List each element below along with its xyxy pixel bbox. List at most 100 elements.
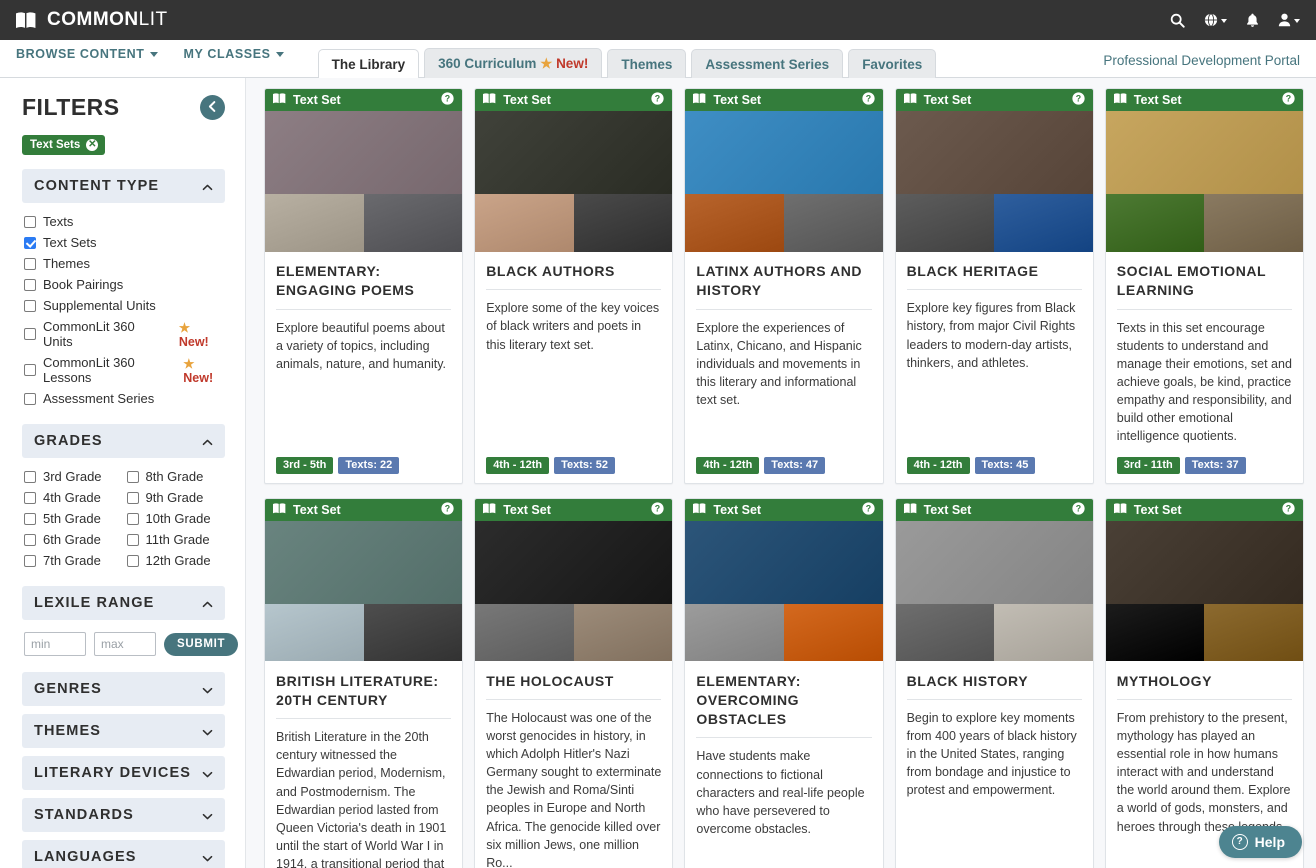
question-circle-icon[interactable]: ? — [1282, 501, 1295, 518]
card-header: Text Set? — [685, 498, 883, 521]
checkbox-row-grade-7[interactable]: 7th Grade — [24, 553, 121, 568]
checkbox-row-grade-8[interactable]: 8th Grade — [126, 469, 224, 484]
checkbox-row-grade-12[interactable]: 12th Grade — [126, 553, 224, 568]
checkbox-grade-9[interactable] — [126, 491, 139, 504]
results-area: Text Set? ELEMENTARY: ENGAGING POEMS Explo… — [246, 78, 1316, 868]
search-icon[interactable] — [1170, 13, 1185, 28]
checkbox-supplemental-units[interactable] — [24, 299, 36, 312]
text-set-card[interactable]: Text Set? ELEMENTARY: ENGAGING POEMS Explo… — [264, 88, 464, 484]
checkbox-row-grade-10[interactable]: 10th Grade — [126, 511, 224, 526]
brand-logo-link[interactable]: COMMONLIT — [16, 9, 168, 31]
question-circle-icon[interactable]: ? — [1072, 501, 1085, 518]
bell-icon[interactable] — [1246, 13, 1259, 28]
checkbox-row-supplemental-units[interactable]: Supplemental Units — [24, 298, 223, 313]
thumbnail-image-secondary — [895, 194, 995, 252]
checkbox-row-grade-11[interactable]: 11th Grade — [126, 532, 224, 547]
checkbox-grade-5[interactable] — [24, 512, 36, 525]
checkbox-row-book-pairings[interactable]: Book Pairings — [24, 277, 223, 292]
text-set-card[interactable]: Text Set? LATINX AUTHORS AND HISTORY Explo… — [684, 88, 884, 484]
book-icon — [903, 502, 918, 517]
checkbox-grade-7[interactable] — [24, 554, 36, 567]
checkbox-row-themes[interactable]: Themes — [24, 256, 223, 271]
facet-header-content-type[interactable]: CONTENT TYPE — [22, 169, 225, 203]
question-circle-icon[interactable]: ? — [441, 501, 454, 518]
text-set-card[interactable]: Text Set? BLACK HISTORY Begin to explore k… — [894, 497, 1094, 868]
checkbox-grade-10[interactable] — [126, 512, 139, 525]
checkbox-grade-12[interactable] — [126, 554, 139, 567]
text-set-card[interactable]: Text Set? THE HOLOCAUST The Holocaust was … — [474, 497, 674, 868]
nav-browse-content[interactable]: BROWSE CONTENT — [16, 47, 158, 61]
thumbnail-image-secondary — [1105, 603, 1205, 662]
question-circle-icon[interactable]: ? — [1282, 92, 1295, 108]
question-circle-icon[interactable]: ? — [441, 92, 454, 108]
checkbox-label-supplemental-units: Supplemental Units — [43, 298, 156, 313]
chevron-up-icon — [202, 436, 213, 447]
facet-header-themes[interactable]: THEMES — [22, 714, 225, 748]
text-set-card[interactable]: Text Set? BLACK AUTHORS Explore some of th… — [474, 88, 674, 484]
divider — [1116, 308, 1292, 310]
text-set-card[interactable]: Text Set? BLACK HERITAGE Explore key figur… — [894, 88, 1094, 484]
lexile-max-input[interactable] — [94, 632, 156, 656]
checkbox-grade-11[interactable] — [126, 533, 139, 546]
tab-favorites[interactable]: Favorites — [848, 49, 937, 78]
card-tags: 3rd - 5th Texts: 22 — [276, 456, 451, 474]
question-circle-icon[interactable]: ? — [1072, 92, 1085, 108]
checkbox-row-grade-4[interactable]: 4th Grade — [24, 490, 121, 505]
checkbox-row-grade-9[interactable]: 9th Grade — [126, 490, 224, 505]
checkbox-assessment-series[interactable] — [24, 392, 36, 405]
help-widget-label: Help — [1254, 834, 1285, 850]
book-icon — [693, 93, 707, 107]
facet-header-standards[interactable]: STANDARDS — [22, 798, 225, 832]
question-circle-icon[interactable]: ? — [861, 92, 875, 108]
checkbox-text-sets[interactable] — [24, 236, 36, 249]
text-set-card[interactable]: Text Set? BRITISH LITERATURE: 20TH CENTUR… — [264, 497, 464, 868]
tab-360-curriculum[interactable]: 360 Curriculum ★ New! — [424, 48, 603, 78]
question-circle-icon[interactable]: ? — [861, 501, 875, 518]
checkbox-themes[interactable] — [24, 257, 36, 270]
checkbox-row-commonlit-360-units[interactable]: CommonLit 360 Units ★ New! — [24, 319, 223, 349]
question-circle-icon[interactable]: ? — [651, 92, 665, 108]
checkbox-row-text-sets[interactable]: Text Sets — [24, 235, 223, 250]
lexile-min-input[interactable] — [24, 632, 86, 656]
checkbox-row-grade-5[interactable]: 5th Grade — [24, 511, 121, 526]
checkbox-grade-3[interactable] — [24, 470, 36, 483]
question-circle-icon[interactable]: ? — [651, 501, 665, 518]
text-set-card[interactable]: Text Set? SOCIAL EMOTIONAL LEARNING Texts … — [1104, 88, 1304, 484]
active-filter-chip-text-sets[interactable]: Text Sets ✕ — [22, 135, 106, 155]
facet-header-literary-devices[interactable]: LITERARY DEVICES — [22, 756, 225, 790]
text-set-card[interactable]: Text Set? MYTHOLOGY From prehistory to the… — [1104, 497, 1304, 868]
facet-header-grades[interactable]: GRADES — [22, 424, 225, 458]
checkbox-row-grade-3[interactable]: 3rd Grade — [24, 469, 121, 484]
checkbox-row-commonlit-360-lessons[interactable]: CommonLit 360 Lessons ★ New! — [24, 355, 223, 385]
professional-development-portal-link[interactable]: Professional Development Portal — [1103, 53, 1300, 77]
card-type-label: Text Set — [503, 502, 551, 517]
checkbox-grade-6[interactable] — [24, 533, 36, 546]
help-widget-button[interactable]: ? Help — [1218, 826, 1302, 858]
checkbox-grade-4[interactable] — [24, 491, 36, 504]
tab-assessment-series[interactable]: Assessment Series — [691, 49, 844, 78]
tab-the-library[interactable]: The Library — [317, 49, 420, 78]
facet-title-languages: LANGUAGES — [34, 849, 137, 865]
text-count-badge: Texts: 37 — [1184, 456, 1246, 474]
checkbox-texts[interactable] — [24, 215, 36, 228]
checkbox-commonlit-360-lessons[interactable] — [24, 364, 36, 376]
close-icon[interactable]: ✕ — [86, 139, 99, 151]
nav-my-classes[interactable]: MY CLASSES — [184, 47, 284, 61]
facet-header-lexile-range[interactable]: LEXILE RANGE — [22, 586, 225, 620]
globe-icon[interactable] — [1204, 13, 1227, 27]
checkbox-grade-8[interactable] — [126, 470, 139, 483]
text-set-card[interactable]: Text Set? ELEMENTARY: OVERCOMING OBSTACLE… — [684, 497, 884, 868]
checkbox-commonlit-360-units[interactable] — [24, 328, 36, 340]
checkbox-row-grade-6[interactable]: 6th Grade — [24, 532, 121, 547]
checkbox-row-texts[interactable]: Texts — [24, 214, 223, 229]
tab-themes[interactable]: Themes — [607, 49, 687, 78]
checkbox-book-pairings[interactable] — [24, 278, 36, 291]
card-body: ELEMENTARY: OVERCOMING OBSTACLES Have stu… — [685, 662, 882, 868]
checkbox-label-grade-6: 6th Grade — [43, 532, 101, 547]
lexile-submit-button[interactable]: SUBMIT — [164, 632, 239, 656]
sidebar-collapse-button[interactable] — [200, 95, 225, 120]
facet-header-languages[interactable]: LANGUAGES — [22, 840, 225, 868]
facet-header-genres[interactable]: GENRES — [22, 672, 225, 706]
user-icon[interactable] — [1278, 13, 1300, 27]
checkbox-row-assessment-series[interactable]: Assessment Series — [24, 391, 223, 406]
